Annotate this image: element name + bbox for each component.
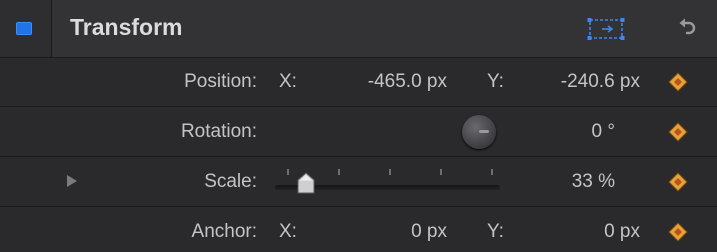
header-checkbox-cell xyxy=(0,0,52,57)
section-title: Transform xyxy=(70,14,183,40)
scale-field[interactable]: 33 % xyxy=(572,171,615,193)
rotation-field[interactable]: 0 ° xyxy=(592,121,615,143)
disclosure-triangle-icon[interactable] xyxy=(66,174,78,188)
slider-tick xyxy=(389,169,391,175)
anchor-x-field[interactable]: 0 px xyxy=(411,221,447,243)
position-x-field[interactable]: -465.0 px xyxy=(368,71,447,93)
slider-tick xyxy=(287,169,289,175)
anchor-y-field[interactable]: 0 px xyxy=(604,221,640,243)
rotation-dial-indicator xyxy=(479,130,489,133)
position-keyframe-diamond-icon[interactable] xyxy=(668,72,688,92)
scale-slider-thumb[interactable] xyxy=(294,171,318,195)
transform-header: Transform xyxy=(0,0,717,58)
anchor-label: Anchor: xyxy=(191,221,257,242)
position-x-axis-label: X: xyxy=(279,71,297,92)
enable-transform-checkbox[interactable] xyxy=(16,22,32,35)
anchor-keyframe-diamond-icon[interactable] xyxy=(668,222,688,242)
position-y-field[interactable]: -240.6 px xyxy=(561,71,640,93)
rotation-label: Rotation: xyxy=(180,121,257,142)
scale-label: Scale: xyxy=(204,171,257,192)
position-label: Position: xyxy=(184,71,257,92)
rotation-row: Rotation: 0 ° xyxy=(0,107,717,157)
slider-tick xyxy=(338,169,340,175)
rotation-keyframe-diamond-icon[interactable] xyxy=(668,122,688,142)
reset-arrow-icon[interactable] xyxy=(676,17,698,39)
transform-onscreen-control-icon[interactable] xyxy=(586,17,626,41)
anchor-x-axis-label: X: xyxy=(279,221,297,242)
scale-row: Scale: 33 % xyxy=(0,157,717,207)
transform-inspector: Transform Position: X: -465.0 px Y: -240… xyxy=(0,0,717,252)
position-y-axis-label: Y: xyxy=(487,71,504,92)
scale-keyframe-diamond-icon[interactable] xyxy=(668,172,688,192)
slider-tick xyxy=(491,169,493,175)
anchor-y-axis-label: Y: xyxy=(487,221,504,242)
anchor-row: Anchor: X: 0 px Y: 0 px xyxy=(0,207,717,252)
position-row: Position: X: -465.0 px Y: -240.6 px xyxy=(0,57,717,107)
slider-tick xyxy=(440,169,442,175)
